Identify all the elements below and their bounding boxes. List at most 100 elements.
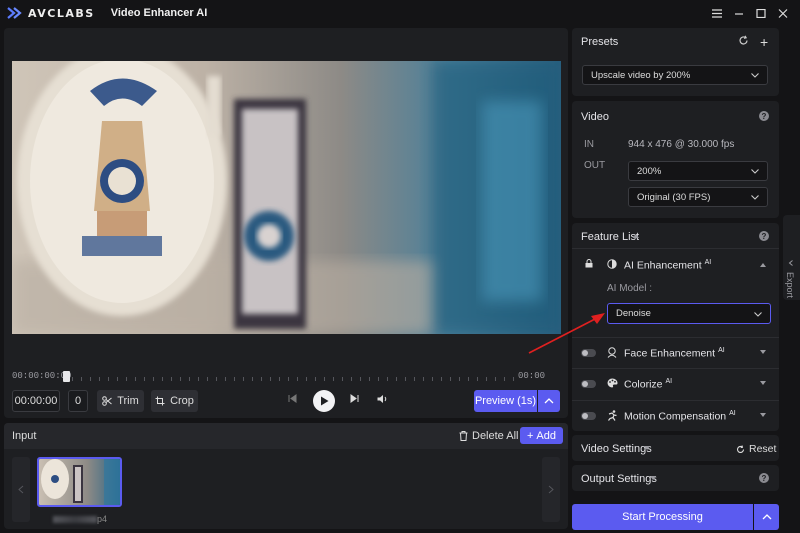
crop-label: Crop xyxy=(170,395,194,407)
face-enhancement-expand-icon[interactable] xyxy=(760,350,766,354)
frame-field[interactable]: 0 xyxy=(68,390,88,412)
annotation-arrow-icon xyxy=(528,313,605,354)
ai-badge: AI xyxy=(729,410,736,417)
file-extension: p4 xyxy=(97,514,108,524)
motion-compensation-expand-icon[interactable] xyxy=(760,413,766,417)
plus-icon: + xyxy=(526,429,534,442)
preview-button[interactable]: Preview (1s) xyxy=(474,390,537,412)
chevron-left-icon xyxy=(18,485,24,494)
maximize-icon[interactable] xyxy=(750,5,772,21)
input-thumbnail[interactable] xyxy=(37,457,122,507)
motion-compensation-text: Motion Compensation xyxy=(624,410,727,423)
in-label: IN xyxy=(584,139,594,150)
trash-icon xyxy=(459,431,468,441)
ai-model-select[interactable]: Denoise xyxy=(607,303,771,324)
video-settings-expand-icon[interactable] xyxy=(644,446,650,450)
framerate-select[interactable]: Original (30 FPS) xyxy=(628,187,768,207)
timeline-playhead[interactable] xyxy=(63,371,70,382)
ai-badge: AI xyxy=(665,378,673,385)
motion-compensation-label: Motion Compensation AI xyxy=(624,410,736,423)
ai-enhancement-text: AI Enhancement xyxy=(624,259,702,272)
contrast-icon xyxy=(607,259,617,272)
window-controls xyxy=(706,5,794,21)
presets-select[interactable]: Upscale video by 200% xyxy=(582,65,768,85)
ai-enhancement-collapse-icon[interactable] xyxy=(760,263,766,267)
trim-button[interactable]: Trim xyxy=(97,390,144,412)
add-preset-icon[interactable]: + xyxy=(760,34,768,50)
output-settings-title: Output Settings xyxy=(581,473,657,485)
video-settings-title: Video Settings xyxy=(581,443,652,455)
crop-button[interactable]: Crop xyxy=(151,390,198,412)
feature-list-help-icon[interactable]: ? xyxy=(759,231,769,241)
blurred-filename xyxy=(53,516,97,524)
output-settings-help-icon[interactable]: ? xyxy=(759,473,769,483)
export-label: Export xyxy=(785,272,795,299)
timeline-end-time: 00:00 xyxy=(518,371,546,381)
colorize-text: Colorize xyxy=(624,378,663,391)
reset-label: Reset xyxy=(749,443,777,455)
avclabs-logo-icon xyxy=(7,7,22,19)
play-icon xyxy=(320,396,328,406)
divider xyxy=(572,248,779,249)
close-icon[interactable] xyxy=(772,5,794,21)
video-frame-image xyxy=(12,61,561,334)
start-processing-button[interactable]: Start Processing xyxy=(572,504,753,530)
chevron-down-icon xyxy=(751,73,759,78)
app-logo: AVCLABS Video Enhancer AI xyxy=(6,6,207,20)
scroll-left-button[interactable] xyxy=(12,457,30,522)
reset-icon xyxy=(736,444,745,453)
ai-badge: AI xyxy=(704,259,712,266)
scroll-right-button[interactable] xyxy=(542,457,560,522)
colorize-toggle[interactable] xyxy=(581,380,596,388)
delete-all-label: Delete All xyxy=(472,430,519,442)
scissors-icon xyxy=(102,396,113,406)
chevron-right-icon xyxy=(548,485,554,494)
timecode-field[interactable]: 00:00:00 xyxy=(12,390,60,412)
thumbnail-image xyxy=(39,459,120,505)
feature-list-collapse-icon[interactable] xyxy=(633,234,639,238)
lock-icon xyxy=(585,259,593,271)
feature-list-title: Feature List xyxy=(581,231,640,243)
running-icon xyxy=(607,410,618,424)
out-label: OUT xyxy=(584,160,606,171)
video-help-icon[interactable]: ? xyxy=(759,111,769,121)
next-frame-icon[interactable] xyxy=(350,394,359,406)
chevron-left-icon[interactable] xyxy=(788,260,794,266)
crop-icon xyxy=(155,396,165,406)
scale-select[interactable]: 200% xyxy=(628,161,768,181)
trim-label: Trim xyxy=(117,395,139,407)
colorize-label: Colorize AI xyxy=(624,378,672,391)
preview-options-button[interactable] xyxy=(538,390,560,412)
delete-all-button[interactable]: Delete All xyxy=(459,430,518,442)
ai-model-value: Denoise xyxy=(616,308,651,319)
chevron-down-icon xyxy=(751,195,759,200)
app-title: Video Enhancer AI xyxy=(110,7,208,19)
add-button[interactable]: + Add xyxy=(520,427,563,444)
output-settings-expand-icon[interactable] xyxy=(650,476,656,480)
presets-selected: Upscale video by 200% xyxy=(591,69,691,81)
minimize-icon[interactable] xyxy=(728,5,750,21)
ai-model-label: AI Model : xyxy=(607,283,653,294)
menu-icon[interactable] xyxy=(706,5,728,21)
scale-value: 200% xyxy=(637,165,662,177)
chevron-down-icon xyxy=(754,311,762,317)
timeline-ticks[interactable] xyxy=(72,377,516,381)
ai-badge: AI xyxy=(718,347,725,354)
chevron-down-icon xyxy=(751,169,759,174)
in-value: 944 x 476 @ 30.000 fps xyxy=(628,139,735,150)
chevron-up-icon xyxy=(762,514,771,520)
chevron-up-icon xyxy=(544,398,554,404)
reset-button[interactable]: Reset xyxy=(736,443,776,455)
input-title: Input xyxy=(12,430,37,442)
volume-icon[interactable] xyxy=(377,394,388,407)
colorize-expand-icon[interactable] xyxy=(760,381,766,385)
previous-frame-icon[interactable] xyxy=(288,394,297,406)
play-button[interactable] xyxy=(313,390,335,412)
add-label: Add xyxy=(536,429,556,442)
refresh-icon[interactable] xyxy=(738,35,749,49)
divider xyxy=(572,400,779,401)
input-file-name: p4 xyxy=(53,514,107,524)
start-processing-options-button[interactable] xyxy=(754,504,779,530)
motion-compensation-toggle[interactable] xyxy=(581,412,596,420)
face-enhancement-text: Face Enhancement xyxy=(624,347,716,360)
